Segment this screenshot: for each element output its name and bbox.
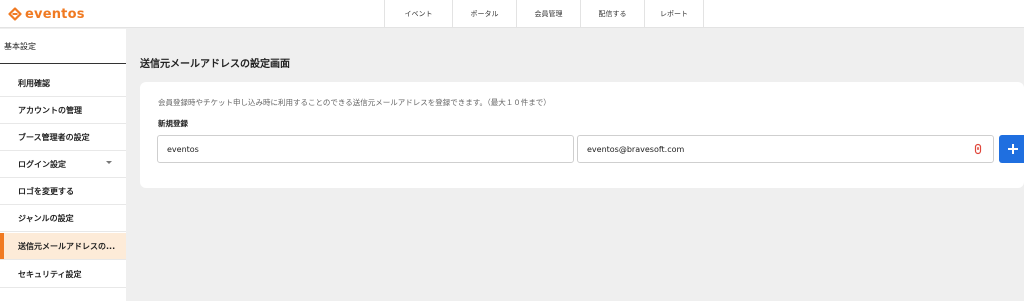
sidebar-item-change-logo[interactable]: ロゴを変更する	[0, 178, 126, 205]
sidebar-item-label: ログイン設定	[18, 159, 66, 169]
new-registration-label: 新規登録	[158, 119, 188, 128]
password-manager-icon[interactable]	[972, 143, 984, 155]
card-description: 会員登録時やチケット申し込み時に利用することのできる送信元メールアドレスを登録で…	[158, 98, 551, 107]
sidebar-item-label: 利用確認	[18, 78, 50, 88]
sidebar-item-label: 送信元メールアドレスの...	[18, 241, 116, 251]
sidebar-item-usage-confirmation[interactable]: 利用確認	[0, 70, 126, 97]
nav-item-members[interactable]: 会員管理	[516, 0, 580, 28]
sidebar-item-label: セキュリティ設定	[18, 269, 82, 279]
eventos-logo-icon	[8, 7, 22, 21]
page-title: 送信元メールアドレスの設定画面	[140, 59, 290, 70]
add-sender-button[interactable]	[999, 135, 1024, 163]
brand-name: eventos	[25, 6, 85, 22]
sidebar-item-booth-admin[interactable]: ブース管理者の設定	[0, 124, 126, 151]
sender-email-input[interactable]	[577, 135, 994, 163]
sidebar-item-login-settings[interactable]: ログイン設定	[0, 151, 126, 178]
main-nav: イベント ポータル 会員管理 配信する レポート	[384, 0, 704, 28]
top-header: eventos イベント ポータル 会員管理 配信する レポート	[0, 0, 1024, 28]
nav-item-distribute[interactable]: 配信する	[580, 0, 644, 28]
sender-email-card: 会員登録時やチケット申し込み時に利用することのできる送信元メールアドレスを登録で…	[140, 82, 1024, 188]
sidebar-item-label: ブース管理者の設定	[18, 132, 90, 142]
sidebar-item-security[interactable]: セキュリティ設定	[0, 261, 126, 288]
nav-item-report[interactable]: レポート	[644, 0, 704, 28]
sidebar-item-sender-email[interactable]: 送信元メールアドレスの...	[0, 233, 126, 260]
chevron-down-icon	[106, 161, 112, 164]
sender-name-input[interactable]	[157, 135, 574, 163]
sidebar: 基本設定 利用確認 アカウントの管理 ブース管理者の設定 ログイン設定 ロゴを変…	[0, 29, 126, 301]
sidebar-item-account-management[interactable]: アカウントの管理	[0, 97, 126, 124]
sidebar-header: 基本設定	[0, 29, 126, 64]
nav-item-events[interactable]: イベント	[384, 0, 452, 28]
sidebar-item-label: アカウントの管理	[18, 105, 82, 115]
sidebar-item-label: ジャンルの設定	[18, 213, 74, 223]
brand-logo[interactable]: eventos	[8, 5, 85, 23]
plus-icon-vertical	[1012, 144, 1014, 154]
nav-item-portal[interactable]: ポータル	[452, 0, 516, 28]
sidebar-item-genre-settings[interactable]: ジャンルの設定	[0, 205, 126, 232]
sidebar-item-label: ロゴを変更する	[18, 186, 74, 196]
